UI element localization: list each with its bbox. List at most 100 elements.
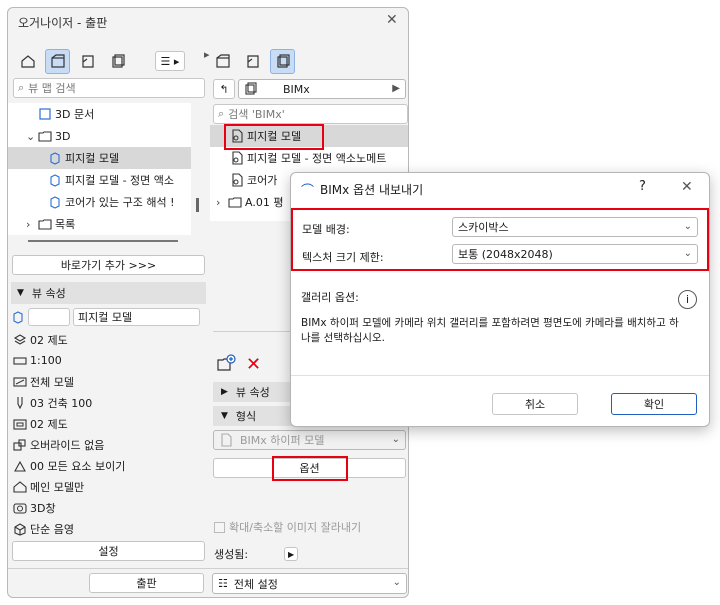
prop-layer-combo[interactable]: 02 제도 <box>13 329 208 350</box>
property-list: 02 제도 1:100 전체 모델 03 건축 100 02 제도 오버라이드 … <box>13 329 208 539</box>
prop-label: 00 모든 요소 보이기 <box>30 459 126 473</box>
section-label: 형식 <box>235 410 257 423</box>
publisher-sets-icon <box>244 82 258 96</box>
close-icon[interactable]: ✕ <box>386 12 398 28</box>
chevron-down-icon[interactable]: ⌄ <box>26 130 38 143</box>
prop-label: 오버라이드 없음 <box>30 438 105 452</box>
folder-icon <box>228 195 242 209</box>
project-map-icon[interactable] <box>15 49 40 74</box>
prop-pen-set[interactable]: 03 건축 100 <box>13 392 208 413</box>
left-toolbar: ☰ ▸ <box>15 46 205 76</box>
tree-item-core-structure[interactable]: 코어가 있는 구조 해석 ! <box>8 191 191 213</box>
tree-item-physical-model-axo[interactable]: 피지컬 모델 - 정면 액소 <box>8 169 191 191</box>
search-icon: ⌕ <box>218 107 225 120</box>
crop-row: 확대/축소할 이미지 잘라내기 <box>214 519 361 535</box>
close-icon[interactable]: ✕ <box>681 179 693 195</box>
layout-book-icon[interactable] <box>240 49 265 74</box>
3d-view-icon <box>48 151 62 165</box>
tree-label: 3D <box>55 129 71 143</box>
publisher-set-dropdown[interactable]: BIMx ▶ <box>238 79 406 99</box>
triangle-right-icon: ▶ <box>221 387 228 397</box>
bimx-doc-icon <box>230 173 244 187</box>
layout-book-icon[interactable] <box>75 49 100 74</box>
tree-item-physical-model[interactable]: 피지컬 모델 <box>8 147 191 169</box>
layers-icon <box>13 333 27 347</box>
new-item-icon[interactable] <box>216 354 236 375</box>
folder-icon <box>38 129 52 143</box>
tree-label: 코어가 <box>247 174 278 187</box>
house-icon <box>13 480 27 494</box>
crop-checkbox[interactable] <box>214 521 225 533</box>
camera-icon <box>13 501 27 515</box>
panel-split-arrow-icon[interactable]: ▸ <box>204 48 210 61</box>
prop-scale[interactable]: 1:100 <box>13 350 208 371</box>
chevron-down-icon: ⌄ <box>392 577 401 588</box>
renovation-icon <box>13 459 27 473</box>
tree-label: 피지컬 모델 - 정면 액소노메트 <box>247 152 387 165</box>
structure-icon <box>13 375 27 389</box>
right-search-input[interactable]: ⌕ 검색 'BIMx' <box>213 104 408 124</box>
prop-structure-display[interactable]: 전체 모델 <box>13 371 208 392</box>
chevron-down-icon: ⌄ <box>391 434 400 445</box>
prop-label: 03 건축 100 <box>30 396 93 410</box>
prop-renovation[interactable]: 00 모든 요소 보이기 <box>13 455 208 476</box>
left-search-input[interactable]: ⌕ 뷰 맵 검색 <box>13 78 205 98</box>
cancel-button[interactable]: 취소 <box>492 393 578 415</box>
all-settings-dropdown[interactable]: ☷ 전체 설정 ⌄ <box>212 573 407 594</box>
info-icon[interactable]: i <box>678 290 697 309</box>
view-name-row: 피지컬 모델 <box>11 308 206 326</box>
section-label: 뷰 속성 <box>235 386 270 399</box>
go-up-icon[interactable]: ↰ <box>213 79 235 99</box>
window-title: 오거나이저 - 출판 <box>18 16 108 30</box>
tree-item-lists[interactable]: › 목록 <box>8 213 191 235</box>
prop-design-option[interactable]: 메인 모델만 <box>13 476 208 497</box>
view-id-field[interactable] <box>28 308 70 326</box>
prop-3d-window[interactable]: 3D창 <box>13 497 208 518</box>
help-icon[interactable]: ? <box>639 179 646 194</box>
prop-override[interactable]: 오버라이드 없음 <box>13 434 208 455</box>
gallery-info-text: BIMx 하이퍼 모델에 카메라 위치 갤러리를 포함하려면 평면도에 카메라를… <box>301 317 679 344</box>
model-view-icon <box>13 417 27 431</box>
view-name-field[interactable]: 피지컬 모델 <box>73 308 200 326</box>
tree-item-physical-model-axo[interactable]: 피지컬 모델 - 정면 액소노메트 <box>210 147 408 169</box>
override-icon <box>13 438 27 452</box>
list-icon: ☷ <box>218 577 228 590</box>
prop-3d-style[interactable]: 단순 음영 <box>13 518 208 539</box>
highlight-physical-model <box>224 124 324 150</box>
view-map-icon[interactable] <box>210 49 235 74</box>
section-label: 뷰 속성 <box>31 287 66 300</box>
settings-button[interactable]: 설정 <box>12 541 205 561</box>
format-value: BIMx 하이퍼 모델 <box>240 434 325 447</box>
set-dropdown-value: BIMx <box>283 82 310 96</box>
publish-button[interactable]: 출판 <box>89 573 204 593</box>
view-props-header[interactable]: ▼ 뷰 속성 <box>11 282 206 304</box>
search-placeholder: 뷰 맵 검색 <box>28 82 76 95</box>
tree-item-3d-docs[interactable]: 3D 문서 <box>8 103 191 125</box>
3d-view-icon <box>48 195 62 209</box>
delete-icon[interactable]: ✕ <box>246 354 261 375</box>
horizontal-scrollbar[interactable] <box>28 240 178 242</box>
bimx-options-dialog: ⌒ BIMx 옵션 내보내기 ? ✕ 모델 배경: 스카이박스 ⌄ 텍스처 크기… <box>290 172 710 427</box>
prop-model-view[interactable]: 02 제도 <box>13 413 208 434</box>
prop-label: 3D창 <box>30 501 56 515</box>
tree-label: 피지컬 모델 <box>65 152 120 165</box>
3d-view-icon <box>48 173 62 187</box>
chevron-right-icon[interactable]: › <box>26 218 38 231</box>
gallery-label: 갤러리 옵션: <box>301 291 359 304</box>
publisher-set-selector: ↰ BIMx ▶ <box>213 79 406 99</box>
ok-button[interactable]: 확인 <box>611 393 697 415</box>
chevron-right-icon[interactable]: › <box>216 196 228 209</box>
scrollbar-thumb[interactable] <box>196 198 199 212</box>
view-map-icon[interactable] <box>45 48 70 74</box>
publisher-sets-icon[interactable] <box>270 48 295 74</box>
menu-icon[interactable]: ☰ ▸ <box>155 51 185 71</box>
format-dropdown[interactable]: BIMx 하이퍼 모델 ⌄ <box>213 430 406 450</box>
crop-label: 확대/축소할 이미지 잘라내기 <box>229 521 362 534</box>
tree-item-3d-folder[interactable]: ⌄ 3D <box>8 125 191 147</box>
all-settings-value: 전체 설정 <box>233 577 278 591</box>
generate-row: 생성됨: ▶ <box>214 546 299 562</box>
triangle-right-icon[interactable]: ▶ <box>284 547 299 561</box>
triangle-down-icon: ▼ <box>17 288 24 298</box>
add-shortcut-button[interactable]: 바로가기 추가 >>> <box>12 255 205 275</box>
publisher-sets-icon[interactable] <box>105 49 130 74</box>
